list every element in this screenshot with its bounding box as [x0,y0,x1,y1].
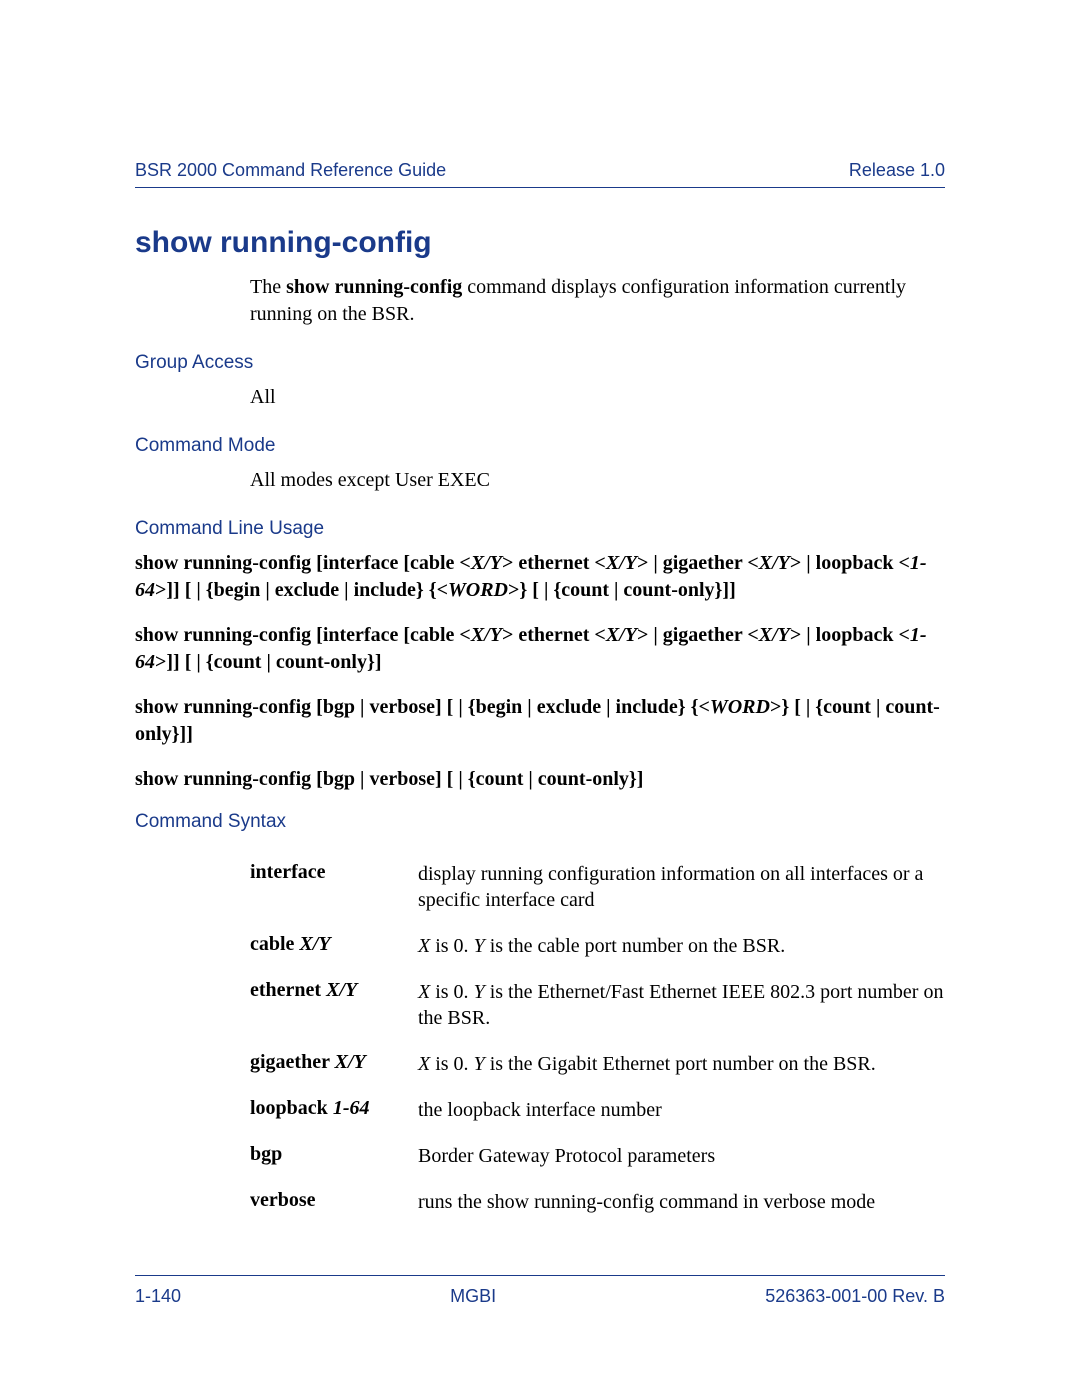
syntax-term: gigaether X/Y [250,1051,418,1074]
syntax-row: bgp Border Gateway Protocol parameters [250,1143,945,1169]
syntax-row: verbose runs the show running-config com… [250,1189,945,1215]
syntax-row: cable X/Y X is 0. Y is the cable port nu… [250,933,945,959]
syntax-row: interface display running configuration … [250,861,945,913]
syntax-desc: Border Gateway Protocol parameters [418,1143,945,1169]
syntax-desc: runs the show running-config command in … [418,1189,945,1215]
group-access-value: All [250,384,945,411]
syntax-desc: X is 0. Y is the Gigabit Ethernet port n… [418,1051,945,1077]
syntax-row: gigaether X/Y X is 0. Y is the Gigabit E… [250,1051,945,1077]
syntax-term: cable X/Y [250,933,418,956]
footer-center: MGBI [450,1286,496,1307]
intro-paragraph: The show running-config command displays… [250,274,945,328]
intro-pre: The [250,276,286,298]
section-cli-usage: Command Line Usage [135,518,945,540]
footer-left: 1-140 [135,1286,181,1307]
usage-4: show running-config [bgp | verbose] [ | … [135,766,945,793]
syntax-table: interface display running configuration … [250,861,945,1215]
syntax-term: ethernet X/Y [250,979,418,1002]
syntax-term: bgp [250,1143,418,1166]
intro-cmd: show running-config [286,276,462,298]
syntax-term: verbose [250,1189,418,1212]
syntax-desc: the loopback interface number [418,1097,945,1123]
section-group-access: Group Access [135,352,945,374]
syntax-term: loopback 1-64 [250,1097,418,1120]
syntax-desc: display running configuration informatio… [418,861,945,913]
footer-right: 526363-001-00 Rev. B [765,1286,945,1307]
header-right: Release 1.0 [849,160,945,181]
page: BSR 2000 Command Reference Guide Release… [0,0,1080,1397]
page-title: show running-config [135,226,945,260]
usage-1: show running-config [interface [cable <X… [135,550,945,604]
usage-2: show running-config [interface [cable <X… [135,622,945,676]
page-header: BSR 2000 Command Reference Guide Release… [135,160,945,188]
syntax-row: loopback 1-64 the loopback interface num… [250,1097,945,1123]
usage-3: show running-config [bgp | verbose] [ | … [135,694,945,748]
syntax-row: ethernet X/Y X is 0. Y is the Ethernet/F… [250,979,945,1031]
section-command-syntax: Command Syntax [135,811,945,833]
page-footer: 1-140 MGBI 526363-001-00 Rev. B [135,1275,945,1307]
section-command-mode: Command Mode [135,435,945,457]
command-mode-value: All modes except User EXEC [250,467,945,494]
header-left: BSR 2000 Command Reference Guide [135,160,446,181]
syntax-desc: X is 0. Y is the Ethernet/Fast Ethernet … [418,979,945,1031]
syntax-desc: X is 0. Y is the cable port number on th… [418,933,945,959]
syntax-term: interface [250,861,418,884]
